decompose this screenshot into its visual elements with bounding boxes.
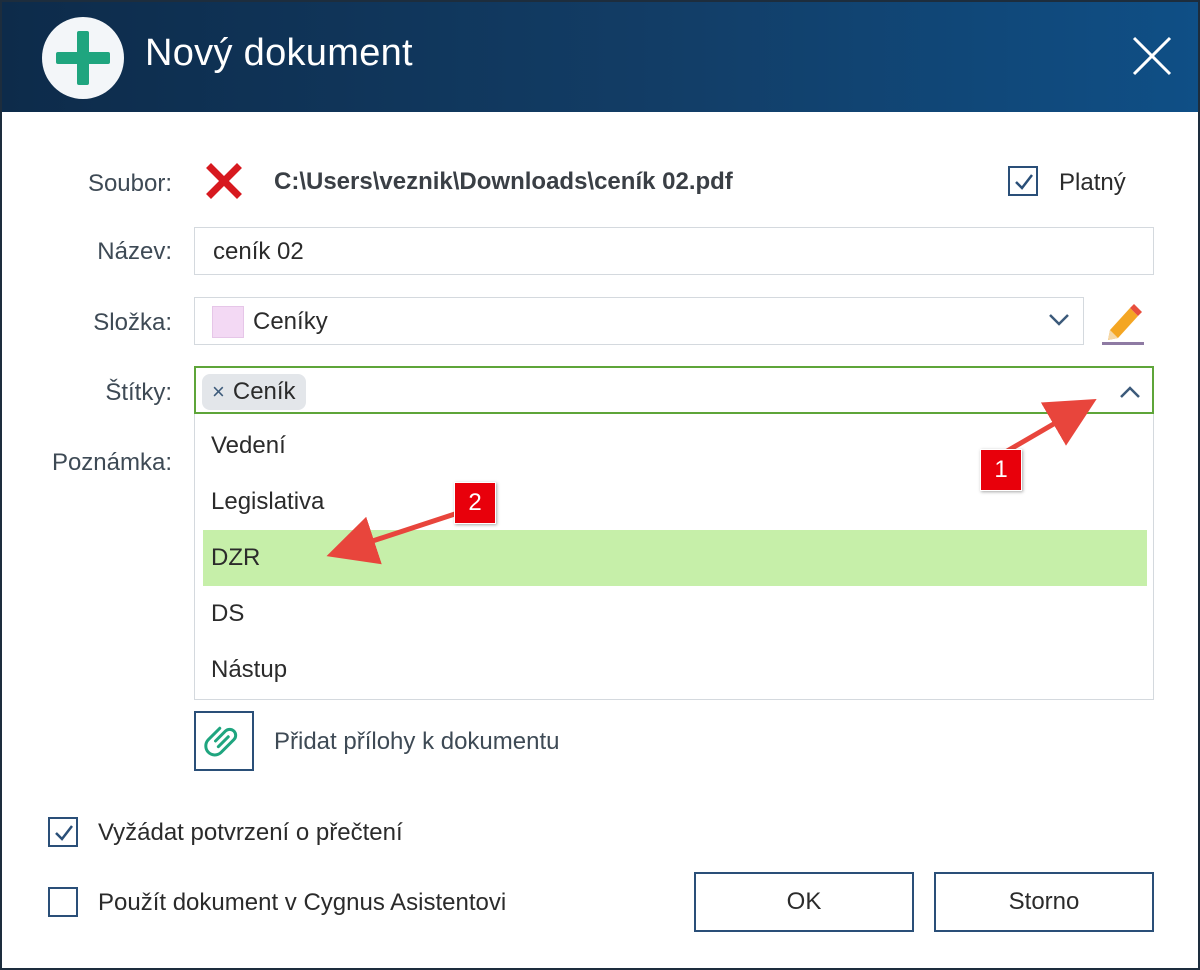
annotation-badge-1: 1	[980, 449, 1022, 491]
annotation-arrow-1	[1000, 398, 1097, 457]
new-document-dialog: Nový dokument Soubor: C:\Users\veznik\Do…	[0, 0, 1200, 970]
annotation-arrow-2	[326, 508, 465, 565]
annotation-badge-2: 2	[454, 482, 496, 524]
